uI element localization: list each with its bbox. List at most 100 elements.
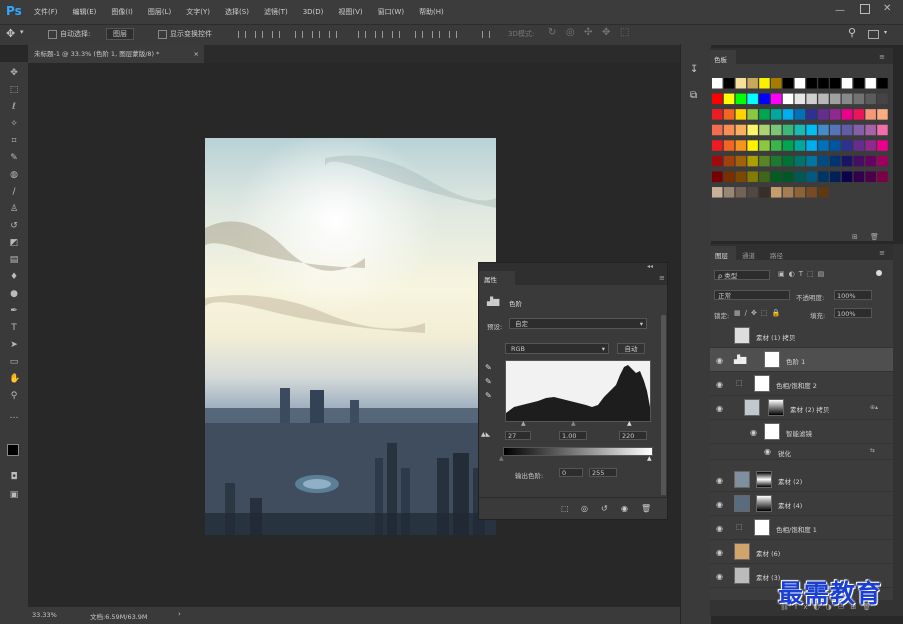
menu-layer[interactable]: 图层(L) [148, 7, 171, 17]
blend-mode-dropdown[interactable]: 正常 [714, 290, 790, 300]
align-hcenter-icon[interactable] [312, 31, 320, 38]
eye-icon[interactable]: ◉ [716, 500, 723, 509]
color-swatch[interactable] [794, 140, 806, 151]
layer-name[interactable]: 色阶 1 [786, 356, 805, 366]
document-tab[interactable]: 未标题-1 @ 33.3% (色阶 1, 图层蒙版/8) * × [28, 45, 204, 63]
color-swatch[interactable] [782, 171, 794, 182]
color-swatch[interactable] [771, 93, 782, 105]
color-swatch[interactable] [735, 93, 747, 105]
color-swatch[interactable] [841, 93, 853, 105]
eye-icon[interactable]: ◉ [716, 356, 723, 365]
color-swatch[interactable] [723, 187, 735, 198]
layer-row[interactable]: ◉ 素材 (6) [710, 540, 893, 564]
color-swatch[interactable] [723, 155, 735, 167]
magic-wand-tool-icon[interactable]: ✧ [9, 119, 19, 129]
color-swatch[interactable] [712, 155, 723, 167]
color-swatch[interactable] [771, 109, 782, 120]
color-swatch[interactable] [735, 187, 747, 198]
color-swatch[interactable] [865, 124, 876, 136]
color-swatch[interactable] [841, 171, 853, 182]
layer-row[interactable]: ◉ ⬚ 色相/饱和度 1 [710, 516, 893, 540]
input-gamma-field[interactable]: 1.00 [559, 431, 587, 440]
color-swatch[interactable] [806, 124, 817, 136]
color-swatch[interactable] [735, 109, 747, 120]
menu-select[interactable]: 选择(S) [225, 7, 249, 17]
eye-icon[interactable]: ◉ [716, 404, 723, 413]
color-swatch[interactable] [747, 187, 758, 198]
layer-mask-thumbnail[interactable] [756, 471, 772, 488]
color-swatch[interactable] [712, 140, 723, 151]
filter-toggle-icon[interactable] [876, 270, 882, 276]
color-swatch[interactable] [747, 171, 758, 182]
color-swatch[interactable] [830, 187, 841, 198]
color-swatch[interactable] [865, 171, 876, 182]
eye-icon[interactable]: ◉ [764, 447, 771, 456]
layer-name[interactable]: 素材 (3) [756, 572, 780, 582]
distribute-hcenter-icon[interactable] [432, 31, 440, 38]
color-swatch[interactable] [830, 140, 841, 151]
rectangle-tool-icon[interactable]: ▭ [9, 357, 19, 367]
color-swatch[interactable] [771, 140, 782, 151]
filter-options-icon[interactable]: ⇆ [870, 447, 875, 454]
color-swatch[interactable] [759, 124, 770, 136]
color-swatch[interactable] [818, 155, 829, 167]
align-vcenter-icon[interactable] [255, 31, 263, 38]
color-swatch[interactable] [853, 93, 865, 105]
color-swatch[interactable] [830, 155, 841, 167]
color-swatch[interactable] [877, 171, 888, 182]
color-swatch[interactable] [794, 171, 806, 182]
white-point-eyedropper-icon[interactable]: ✎ [485, 391, 492, 400]
panel-menu-icon[interactable]: ≡ [879, 53, 885, 61]
path-selection-tool-icon[interactable]: ➤ [9, 340, 19, 350]
color-swatch[interactable] [735, 140, 747, 151]
blur-tool-icon[interactable]: ♦ [9, 272, 19, 282]
color-swatch[interactable] [853, 155, 865, 167]
menu-image[interactable]: 图像(I) [111, 7, 133, 17]
color-swatch[interactable] [865, 155, 876, 167]
color-swatch[interactable] [806, 171, 817, 182]
black-point-eyedropper-icon[interactable]: ✎ [485, 363, 492, 372]
white-input-handle[interactable]: ▲ [627, 420, 632, 427]
color-swatch[interactable] [841, 78, 853, 89]
lasso-tool-icon[interactable]: ℓ [9, 102, 19, 112]
color-swatch[interactable] [794, 124, 806, 136]
color-swatch[interactable] [806, 187, 817, 198]
healing-brush-tool-icon[interactable]: ◍ [9, 170, 19, 180]
color-swatch[interactable] [794, 155, 806, 167]
color-swatch[interactable] [735, 155, 747, 167]
swatch-grid[interactable] [710, 78, 893, 208]
move-tool-icon[interactable]: ✥ [6, 27, 15, 40]
filter-mask-thumbnail[interactable] [764, 423, 780, 440]
color-swatch[interactable] [747, 155, 758, 167]
history-brush-tool-icon[interactable]: ↺ [9, 221, 19, 231]
3d-scale-icon[interactable]: ⬚ [620, 27, 629, 38]
eye-icon[interactable]: ◉ [716, 380, 723, 389]
eraser-tool-icon[interactable]: ◩ [9, 238, 19, 248]
color-swatch[interactable] [735, 171, 747, 182]
color-swatch[interactable] [841, 124, 853, 136]
color-swatch[interactable] [782, 140, 794, 151]
eye-icon[interactable]: ◉ [716, 476, 723, 485]
color-swatch[interactable] [877, 93, 888, 105]
color-swatch[interactable] [818, 171, 829, 182]
layer-name[interactable]: 素材 (4) [778, 500, 802, 510]
align-left-icon[interactable] [295, 31, 303, 38]
gamma-input-handle[interactable]: ▲ [571, 420, 576, 427]
auto-select-dropdown[interactable]: 图层 [106, 28, 134, 40]
color-swatch[interactable] [841, 140, 853, 151]
layer-row[interactable]: ◉ 智能滤镜 [710, 420, 893, 444]
color-swatch[interactable] [806, 155, 817, 167]
tool-preset-arrow-icon[interactable]: ▾ [20, 28, 24, 36]
layer-name[interactable]: 锐化 [778, 448, 791, 458]
panel-menu-icon[interactable]: ≡ [879, 249, 885, 257]
color-swatch[interactable] [747, 140, 758, 151]
reset-icon[interactable]: ↺ [601, 504, 608, 513]
color-swatch[interactable] [759, 140, 770, 151]
status-menu-arrow[interactable]: › [178, 610, 181, 618]
color-swatch[interactable] [818, 109, 829, 120]
kind-filter-dropdown[interactable]: ρ 类型 [714, 270, 770, 280]
clipping-warning-icon[interactable]: ▲◣ [481, 431, 490, 438]
channel-dropdown[interactable]: RGB ▾ [505, 343, 609, 354]
auto-button[interactable]: 自动 [617, 343, 645, 354]
color-swatch[interactable] [794, 109, 806, 120]
